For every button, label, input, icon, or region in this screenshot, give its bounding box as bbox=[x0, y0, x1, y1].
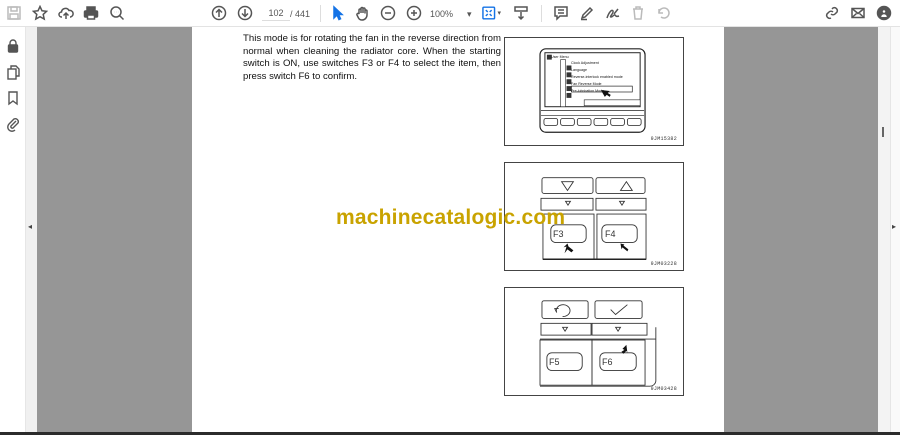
rotate-icon[interactable] bbox=[654, 4, 674, 22]
hand-icon[interactable] bbox=[353, 4, 373, 22]
switch-panel-illustration bbox=[539, 300, 657, 387]
find-icon[interactable] bbox=[107, 4, 127, 22]
zoom-out-icon[interactable] bbox=[378, 4, 398, 22]
print-icon[interactable] bbox=[81, 4, 101, 22]
divider bbox=[541, 5, 542, 22]
figure-f5-f6-switches: F5 F6 9JM03428 bbox=[504, 287, 684, 396]
sign-icon[interactable] bbox=[603, 4, 623, 22]
menu-item: Reverse-interlock enabled mode bbox=[571, 75, 623, 79]
zoom-level-value: 100% bbox=[430, 9, 454, 19]
sidebar-collapse-strip[interactable]: ◂ bbox=[26, 27, 37, 432]
lock-icon[interactable] bbox=[5, 38, 21, 54]
select-cursor-icon[interactable] bbox=[328, 4, 348, 22]
right-panel: ▸ bbox=[890, 27, 900, 432]
menu-item: Pre-lubrication Mode bbox=[571, 89, 605, 93]
page-down-icon[interactable] bbox=[235, 4, 255, 22]
share-link-icon[interactable] bbox=[822, 4, 842, 22]
page-up-icon[interactable] bbox=[209, 4, 229, 22]
expand-left-icon[interactable]: ◂ bbox=[28, 222, 32, 231]
menu-item: Language bbox=[571, 68, 587, 72]
figure-caption: 9JM03428 bbox=[650, 386, 677, 392]
comment-icon[interactable] bbox=[551, 4, 571, 22]
pages-icon[interactable] bbox=[5, 64, 21, 80]
figure-user-menu: User Menu Clock Adjustment Language Reve… bbox=[504, 37, 684, 146]
menu-item-selected: Fan Reverse Mode bbox=[571, 82, 602, 86]
chevron-down-icon: ▾ bbox=[497, 10, 501, 17]
scroll-mode-icon[interactable] bbox=[511, 4, 531, 22]
f6-key-label: F6 bbox=[602, 357, 613, 367]
figure-caption: 9JM15382 bbox=[650, 136, 677, 142]
expand-right-icon[interactable]: ▸ bbox=[892, 222, 896, 231]
watermark: machinecatalogic.com bbox=[336, 206, 566, 229]
f5-key-label: F5 bbox=[549, 357, 560, 367]
save-icon[interactable] bbox=[4, 4, 24, 22]
zoom-in-icon[interactable] bbox=[404, 4, 424, 22]
left-sidebar bbox=[0, 27, 26, 432]
f4-key-label: F4 bbox=[605, 229, 616, 239]
zoom-level-select[interactable]: 100% ▾ bbox=[430, 9, 472, 20]
toolbar: / 441 100% ▾ ▾ bbox=[0, 0, 900, 27]
fit-page-icon[interactable]: ▾ bbox=[481, 4, 501, 22]
body-paragraph: This mode is for rotating the fan in the… bbox=[243, 33, 501, 82]
bookmark-icon[interactable] bbox=[5, 90, 21, 106]
attachment-icon[interactable] bbox=[5, 116, 21, 132]
upload-cloud-icon[interactable] bbox=[56, 4, 76, 22]
total-pages: / 441 bbox=[290, 9, 311, 19]
scrollbar-grip[interactable] bbox=[882, 127, 884, 137]
chevron-down-icon: ▾ bbox=[467, 9, 472, 19]
menu-item: Clock Adjustment bbox=[571, 61, 599, 65]
vertical-scrollbar[interactable] bbox=[878, 27, 890, 432]
figure-caption: 9JM03228 bbox=[650, 261, 677, 267]
highlight-icon[interactable] bbox=[577, 4, 597, 22]
page-number-input[interactable] bbox=[262, 6, 290, 21]
menu-screen: User Menu Clock Adjustment Language Reve… bbox=[551, 54, 623, 95]
delete-icon[interactable] bbox=[628, 4, 648, 22]
email-icon[interactable] bbox=[848, 4, 868, 22]
bookmark-star-icon[interactable] bbox=[30, 4, 50, 22]
account-icon[interactable] bbox=[874, 4, 894, 22]
divider bbox=[320, 5, 321, 22]
f3-key-label: F3 bbox=[553, 229, 564, 239]
